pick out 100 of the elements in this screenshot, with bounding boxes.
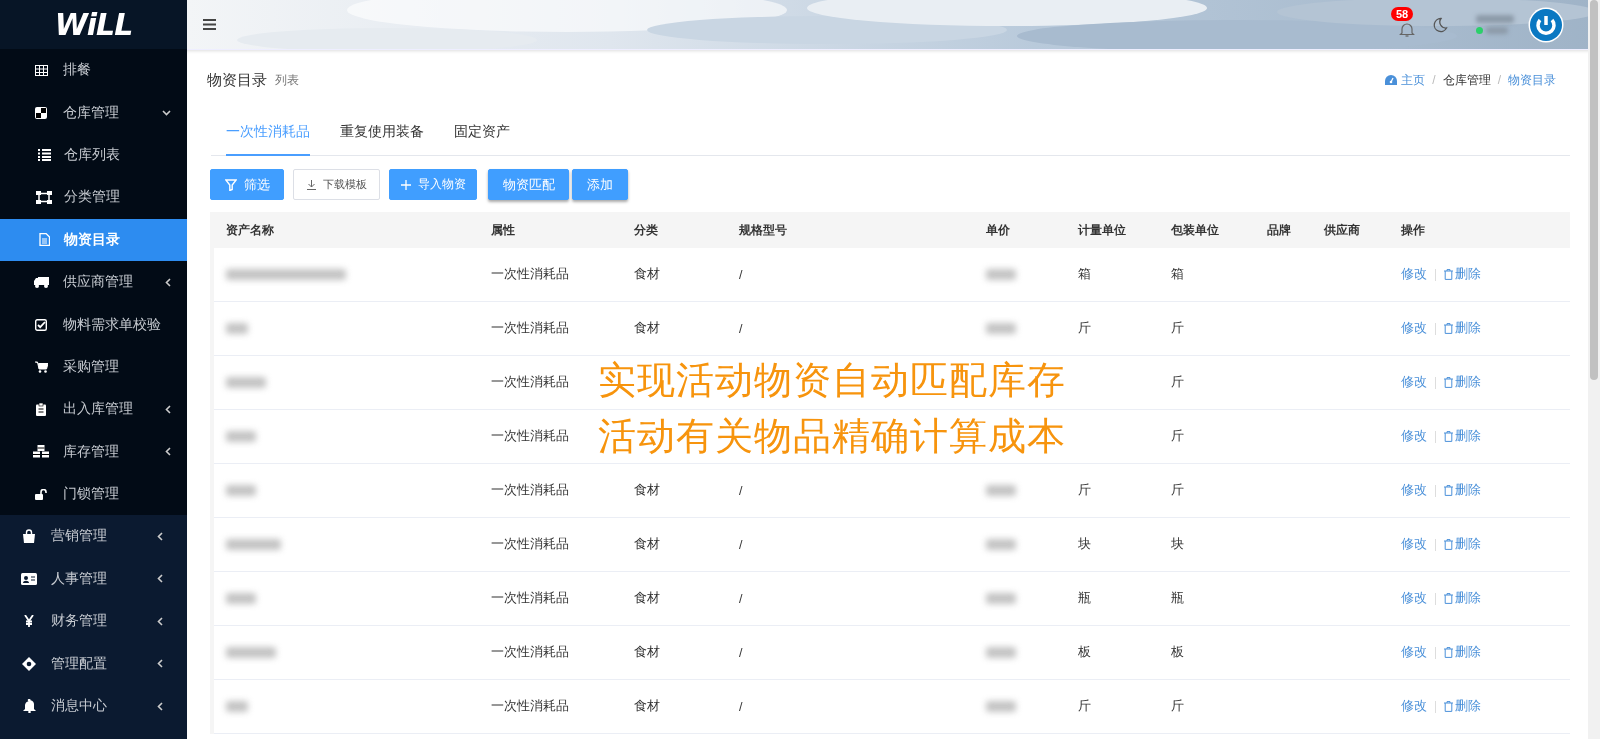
table-cell: 板 — [1171, 644, 1184, 661]
table-cell: 食材 — [634, 266, 660, 283]
bag-icon — [22, 529, 36, 544]
blurred-price — [986, 593, 1016, 604]
blurred-name — [226, 485, 256, 496]
sitemap-icon — [36, 190, 52, 204]
sidebar-item[interactable]: 物资目录 — [0, 218, 187, 261]
column-header: 属性 — [491, 222, 515, 238]
sidebar-item[interactable]: 供应商管理 — [0, 260, 187, 304]
menu-icon[interactable] — [203, 19, 216, 30]
blurred-name — [226, 539, 281, 550]
table-icon — [34, 64, 48, 76]
filter-button[interactable]: 筛选 — [210, 169, 284, 200]
column-header: 单价 — [986, 222, 1010, 238]
sidebar-item[interactable]: 分类管理 — [0, 176, 187, 219]
table-cell: 食材 — [634, 590, 660, 607]
match-button[interactable]: 物资匹配 — [488, 169, 569, 200]
delete-link[interactable]: 删除 — [1444, 482, 1481, 499]
table-cell: 一次性消耗品 — [491, 320, 569, 337]
edit-link[interactable]: 修改 — [1401, 482, 1427, 499]
table-cell: / — [739, 321, 743, 336]
table-cell: 斤 — [1171, 374, 1184, 391]
trash-icon — [1444, 593, 1453, 604]
trash-icon — [1444, 485, 1453, 496]
page-subtitle: 列表 — [275, 71, 299, 89]
sidebar-item[interactable]: 排餐 — [0, 49, 187, 92]
table-cell: / — [739, 645, 743, 660]
download-button[interactable]: 下载模板 — [293, 169, 380, 200]
delete-link[interactable]: 删除 — [1444, 374, 1481, 391]
trash-icon — [1444, 431, 1453, 442]
column-header: 规格型号 — [739, 222, 787, 238]
bell-icon[interactable] — [1399, 20, 1415, 37]
edit-link[interactable]: 修改 — [1401, 428, 1427, 445]
column-header: 供应商 — [1324, 222, 1360, 238]
blurred-price — [986, 539, 1016, 550]
blurred-price — [986, 701, 1016, 712]
delete-link[interactable]: 删除 — [1444, 428, 1481, 445]
column-header: 品牌 — [1267, 222, 1291, 238]
edit-link[interactable]: 修改 — [1401, 266, 1427, 283]
trash-icon — [1444, 539, 1453, 550]
breadcrumb-link[interactable]: 物资目录 — [1508, 71, 1556, 89]
delete-link[interactable]: 删除 — [1444, 590, 1481, 607]
delete-link[interactable]: 删除 — [1444, 644, 1481, 661]
table-cell: 斤 — [1078, 320, 1091, 337]
avatar[interactable] — [1528, 6, 1564, 43]
cubes-icon — [33, 445, 49, 459]
column-header: 操作 — [1401, 222, 1425, 238]
delete-link[interactable]: 删除 — [1444, 320, 1481, 337]
table-cell: 斤 — [1171, 482, 1184, 499]
delete-link[interactable]: 删除 — [1444, 266, 1481, 283]
sidebar-item[interactable]: 采购管理 — [0, 345, 187, 389]
scrollbar[interactable] — [1588, 0, 1600, 739]
tab[interactable]: 重复使用装备 — [325, 110, 439, 156]
sidebar-item[interactable]: 库存管理 — [0, 430, 187, 473]
chevron-left-icon — [157, 659, 163, 669]
breadcrumb-separator: / — [1432, 73, 1436, 87]
sidebar-item[interactable]: 管理配置 — [0, 642, 187, 685]
column-header: 计量单位 — [1078, 222, 1126, 238]
sidebar-item[interactable]: 物料需求单校验 — [0, 303, 187, 346]
edit-link[interactable]: 修改 — [1401, 698, 1427, 715]
breadcrumb-link[interactable]: 主页 — [1385, 71, 1426, 89]
sidebar-item[interactable]: 仓库管理 — [0, 91, 187, 134]
edit-link[interactable]: 修改 — [1401, 536, 1427, 553]
edit-link[interactable]: 修改 — [1401, 320, 1427, 337]
sidebar-item[interactable]: 财务管理 — [0, 600, 187, 643]
sidebar-item[interactable]: 消息中心 — [0, 684, 187, 728]
breadcrumb-link[interactable]: 仓库管理 — [1442, 71, 1491, 89]
sidebar-item[interactable]: 人事管理 — [0, 557, 187, 601]
edit-link[interactable]: 修改 — [1401, 374, 1427, 391]
checkbox-icon — [35, 318, 47, 331]
tab[interactable]: 一次性消耗品 — [226, 110, 310, 156]
edit-link[interactable]: 修改 — [1401, 644, 1427, 661]
edit-link[interactable]: 修改 — [1401, 590, 1427, 607]
sidebar-item[interactable]: 出入库管理 — [0, 388, 187, 431]
tab[interactable]: 固定资产 — [439, 110, 525, 156]
table-cell: 箱 — [1171, 266, 1184, 283]
table-cell: 一次性消耗品 — [491, 536, 569, 553]
dashboard-icon — [1385, 75, 1398, 85]
sidebar-item[interactable]: 门锁管理 — [0, 472, 187, 516]
logo: WiLL — [54, 7, 133, 42]
moon-icon[interactable] — [1432, 16, 1448, 33]
chevron-left-icon — [157, 532, 163, 541]
add-button[interactable]: 添加 — [572, 169, 628, 200]
delete-link[interactable]: 删除 — [1444, 698, 1481, 715]
blurred-name — [226, 647, 276, 658]
trash-icon — [1444, 269, 1453, 280]
chevron-left-icon — [165, 277, 171, 287]
overlay-caption: 活动有关物品精确计算成本 — [598, 414, 1066, 459]
table-cell: 一次性消耗品 — [491, 698, 569, 715]
table-cell: 一次性消耗品 — [491, 482, 569, 499]
delete-link[interactable]: 删除 — [1444, 536, 1481, 553]
trash-icon — [1444, 323, 1453, 334]
table-cell: / — [739, 537, 743, 552]
chevron-left-icon — [165, 404, 171, 414]
table-cell: 食材 — [634, 482, 660, 499]
sidebar-item[interactable]: 营销管理 — [0, 515, 187, 558]
sidebar-item[interactable]: 仓库列表 — [0, 133, 187, 177]
blurred-name — [226, 701, 248, 712]
yen-icon — [24, 615, 34, 628]
import-button[interactable]: 导入物资 — [389, 169, 477, 200]
